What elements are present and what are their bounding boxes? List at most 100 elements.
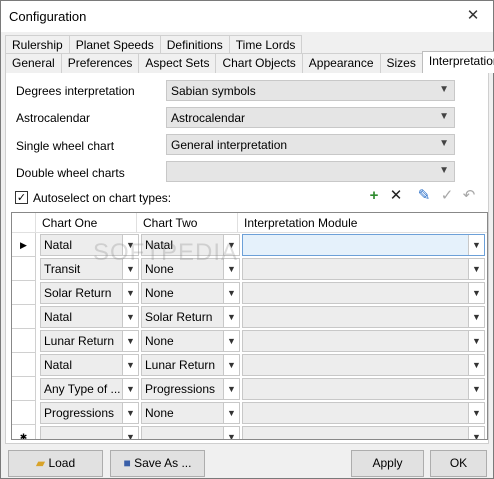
chart-one-cell[interactable]: Transit ▼	[40, 258, 139, 280]
save-as-button[interactable]: ■ Save As ...	[110, 450, 205, 477]
header-chart-one[interactable]: Chart One	[36, 213, 137, 233]
tab-definitions[interactable]: Definitions	[159, 35, 230, 55]
chart-two-cell[interactable]: Lunar Return ▼	[141, 354, 240, 376]
chevron-down-icon[interactable]: ▼	[223, 283, 239, 303]
chart-two-cell[interactable]: ▼	[141, 426, 240, 439]
chevron-down-icon[interactable]: ▼	[468, 379, 484, 399]
chart-one-cell[interactable]: Natal ▼	[40, 306, 139, 328]
window-title: Configuration	[9, 9, 87, 24]
astrocalendar-select[interactable]: Astrocalendar ▼	[166, 107, 455, 128]
ok-button[interactable]: OK	[430, 450, 487, 477]
chevron-down-icon[interactable]: ▼	[122, 283, 138, 303]
table-row[interactable]: Natal ▼ Solar Return ▼ ▼	[12, 305, 487, 329]
header-chart-two[interactable]: Chart Two	[137, 213, 238, 233]
tab-row-2: General Preferences Aspect Sets Chart Ob…	[5, 51, 494, 73]
chart-one-value: Natal	[44, 358, 73, 372]
chevron-down-icon[interactable]: ▼	[468, 259, 484, 279]
degrees-select[interactable]: Sabian symbols ▼	[166, 80, 455, 101]
module-cell[interactable]: ▼	[242, 282, 485, 304]
module-cell[interactable]: ▼	[242, 426, 485, 439]
module-cell[interactable]: ▼	[242, 330, 485, 352]
chart-two-cell[interactable]: Natal ▼	[141, 234, 240, 256]
chevron-down-icon[interactable]: ▼	[122, 259, 138, 279]
tab-rulership[interactable]: Rulership	[5, 35, 70, 55]
tab-sizes[interactable]: Sizes	[379, 53, 423, 73]
chevron-down-icon[interactable]: ▼	[468, 235, 484, 255]
save-icon: ■	[123, 456, 131, 470]
chart-two-value: None	[145, 406, 174, 420]
chart-one-cell[interactable]: Lunar Return ▼	[40, 330, 139, 352]
module-cell[interactable]: ▼	[242, 378, 485, 400]
chart-two-cell[interactable]: None ▼	[141, 402, 240, 424]
module-cell[interactable]: ▼	[242, 354, 485, 376]
chevron-down-icon[interactable]: ▼	[223, 379, 239, 399]
chart-two-cell[interactable]: None ▼	[141, 258, 240, 280]
chevron-down-icon[interactable]: ▼	[122, 307, 138, 327]
table-row[interactable]: Solar Return ▼ None ▼ ▼	[12, 281, 487, 305]
table-row[interactable]: Natal ▼ Lunar Return ▼ ▼	[12, 353, 487, 377]
confirm-icon[interactable]: ✓	[438, 187, 456, 205]
chevron-down-icon[interactable]: ▼	[122, 379, 138, 399]
table-row[interactable]: Any Type of ... ▼ Progressions ▼ ▼	[12, 377, 487, 401]
edit-icon[interactable]: ✎	[415, 187, 433, 205]
chevron-down-icon[interactable]: ▼	[468, 307, 484, 327]
tab-chart-objects[interactable]: Chart Objects	[215, 53, 303, 73]
new-row[interactable]: ✱ ▼ ▼ ▼	[12, 425, 487, 439]
chevron-down-icon[interactable]: ▼	[223, 331, 239, 351]
chart-one-cell[interactable]: Natal ▼	[40, 234, 139, 256]
tab-time-lords[interactable]: Time Lords	[228, 35, 303, 55]
chevron-down-icon[interactable]: ▼	[468, 355, 484, 375]
chevron-down-icon[interactable]: ▼	[468, 283, 484, 303]
chevron-down-icon[interactable]: ▼	[122, 427, 138, 439]
module-cell[interactable]: ▼	[242, 258, 485, 280]
chevron-down-icon[interactable]: ▼	[122, 331, 138, 351]
chevron-down-icon[interactable]: ▼	[223, 427, 239, 439]
chart-one-cell[interactable]: Any Type of ... ▼	[40, 378, 139, 400]
tab-interpretation[interactable]: Interpretation	[421, 51, 494, 73]
chart-one-cell[interactable]: Progressions ▼	[40, 402, 139, 424]
chevron-down-icon[interactable]: ▼	[122, 235, 138, 255]
table-row[interactable]: Progressions ▼ None ▼ ▼	[12, 401, 487, 425]
tab-general[interactable]: General	[5, 53, 62, 73]
chart-two-cell[interactable]: Progressions ▼	[141, 378, 240, 400]
single-wheel-select[interactable]: General interpretation ▼	[166, 134, 455, 155]
chart-one-cell[interactable]: Solar Return ▼	[40, 282, 139, 304]
chevron-down-icon[interactable]: ▼	[468, 427, 484, 439]
module-cell[interactable]: ▼	[242, 234, 485, 256]
module-cell[interactable]: ▼	[242, 306, 485, 328]
table-row[interactable]: Lunar Return ▼ None ▼ ▼	[12, 329, 487, 353]
table-row[interactable]: ▶ Natal ▼ Natal ▼ ▼	[12, 233, 487, 257]
chevron-down-icon[interactable]: ▼	[468, 403, 484, 423]
double-wheel-select[interactable]: ▼	[166, 161, 455, 182]
chart-two-cell[interactable]: None ▼	[141, 282, 240, 304]
chart-one-value: Natal	[44, 310, 73, 324]
chevron-down-icon[interactable]: ▼	[223, 355, 239, 375]
degrees-label: Degrees interpretation	[16, 84, 135, 98]
undo-icon[interactable]: ↶	[460, 187, 478, 205]
single-wheel-value: General interpretation	[171, 138, 288, 152]
chevron-down-icon[interactable]: ▼	[122, 403, 138, 423]
chevron-down-icon[interactable]: ▼	[223, 259, 239, 279]
load-button[interactable]: ▰ Load	[8, 450, 103, 477]
tab-appearance[interactable]: Appearance	[301, 53, 381, 73]
chart-one-cell[interactable]: Natal ▼	[40, 354, 139, 376]
tab-planet-speeds[interactable]: Planet Speeds	[68, 35, 161, 55]
chevron-down-icon[interactable]: ▼	[468, 331, 484, 351]
tab-preferences[interactable]: Preferences	[60, 53, 140, 73]
chart-two-cell[interactable]: None ▼	[141, 330, 240, 352]
delete-icon[interactable]: ✕	[387, 187, 405, 205]
chevron-down-icon[interactable]: ▼	[223, 235, 239, 255]
chart-one-cell[interactable]: ▼	[40, 426, 139, 439]
header-interpretation-module[interactable]: Interpretation Module	[238, 213, 487, 233]
apply-button[interactable]: Apply	[351, 450, 424, 477]
table-row[interactable]: Transit ▼ None ▼ ▼	[12, 257, 487, 281]
module-cell[interactable]: ▼	[242, 402, 485, 424]
chevron-down-icon[interactable]: ▼	[223, 307, 239, 327]
chart-two-cell[interactable]: Solar Return ▼	[141, 306, 240, 328]
chevron-down-icon[interactable]: ▼	[122, 355, 138, 375]
add-icon[interactable]: +	[365, 187, 383, 205]
tab-aspect-sets[interactable]: Aspect Sets	[138, 53, 217, 73]
chevron-down-icon[interactable]: ▼	[223, 403, 239, 423]
close-icon[interactable]: ✕	[465, 8, 481, 24]
autoselect-checkbox[interactable]: ✓	[15, 191, 28, 204]
